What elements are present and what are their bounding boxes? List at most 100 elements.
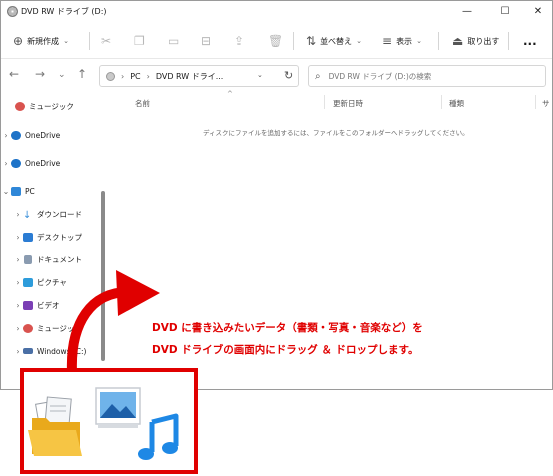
- plus-icon: ⊕: [13, 34, 24, 48]
- breadcrumb-pc[interactable]: PC: [130, 72, 140, 81]
- drive-icon: [23, 348, 33, 354]
- cut-icon: ✂: [101, 34, 112, 48]
- navigation-bar: ← → ⌄ ↑ › PC › DVD RW ドライ... ⌄ ↻ ⌕ DVD R…: [1, 60, 552, 92]
- forward-arrow-icon[interactable]: →: [35, 67, 45, 81]
- chevron-down-icon[interactable]: ⌄: [257, 71, 263, 79]
- column-header-modified[interactable]: 更新日時: [333, 98, 363, 109]
- chevron-right-icon[interactable]: ›: [1, 159, 11, 168]
- sidebar-item-label: OneDrive: [25, 158, 61, 168]
- sidebar-item-label: ビデオ: [37, 300, 60, 310]
- view-list-icon: ≡: [382, 34, 393, 48]
- sidebar-item-music-2[interactable]: › ミュージック: [13, 320, 113, 336]
- chevron-down-icon[interactable]: ⌄: [1, 187, 11, 196]
- sidebar-item-desktop[interactable]: › デスクトップ: [13, 229, 113, 245]
- command-bar: ⊕ 新規作成 ⌄ ✂ ❐ ▭ ⊟ ⇪ 🗑 ⇅ 並べ替え ⌄ ≡ 表示 ⌄ ⏏ 取…: [1, 23, 552, 59]
- sidebar-item-videos[interactable]: › ビデオ: [13, 297, 113, 313]
- up-arrow-icon[interactable]: ↑: [77, 67, 87, 81]
- sidebar-item-label: OneDrive: [25, 130, 61, 140]
- column-divider[interactable]: [535, 95, 536, 109]
- chevron-down-icon: ⌄: [63, 37, 69, 45]
- empty-folder-message: ディスクにファイルを追加するには、ファイルをこのフォルダーへドラッグしてください…: [203, 129, 469, 137]
- more-options-button[interactable]: ...: [523, 23, 537, 59]
- window-title: DVD RW ドライブ (D:): [21, 7, 107, 16]
- sidebar-item-documents[interactable]: › ドキュメント: [13, 251, 113, 267]
- share-icon: ⇪: [234, 34, 245, 48]
- column-divider[interactable]: [441, 95, 442, 109]
- chevron-right-icon[interactable]: ›: [13, 278, 23, 287]
- music-icon: [23, 323, 33, 333]
- view-label: 表示: [396, 36, 413, 46]
- back-arrow-icon[interactable]: ←: [9, 67, 19, 81]
- sidebar-item-onedrive-2[interactable]: › OneDrive: [1, 155, 101, 171]
- chevron-right-icon[interactable]: ›: [13, 210, 23, 219]
- share-button[interactable]: ⇪: [234, 23, 244, 59]
- instruction-line-2: DVD ドライブの画面内にドラッグ ＆ ドロップします。: [152, 344, 419, 356]
- paste-icon: ▭: [168, 34, 180, 48]
- close-button[interactable]: ✕: [521, 1, 552, 21]
- trash-icon: 🗑: [268, 34, 284, 48]
- navigation-pane: ミュージック › OneDrive › OneDrive ⌄ PC › ↓ ダウ…: [1, 92, 109, 389]
- maximize-button[interactable]: ☐: [488, 1, 522, 21]
- column-header-size[interactable]: サ: [542, 98, 550, 109]
- cloud-icon: [11, 158, 21, 168]
- sidebar-item-windows-drive[interactable]: › Windows (C:): [13, 343, 113, 359]
- column-header-type[interactable]: 種類: [449, 98, 464, 109]
- toolbar-divider: [438, 32, 439, 50]
- sidebar-item-label: Windows (C:): [37, 346, 87, 356]
- instruction-line-1: DVD に書き込みたいデータ（書類・写真・音楽など）を: [152, 322, 423, 334]
- sidebar-item-pictures[interactable]: › ピクチャ: [13, 274, 113, 290]
- sidebar-item-label: PC: [25, 186, 35, 196]
- sidebar-scrollbar[interactable]: [101, 191, 105, 361]
- column-divider[interactable]: [324, 95, 325, 109]
- column-header-name[interactable]: 名前: [135, 98, 150, 109]
- chevron-right-icon[interactable]: ›: [1, 131, 11, 140]
- new-label: 新規作成: [27, 36, 60, 46]
- copy-icon: ❐: [134, 34, 145, 48]
- pc-icon: [11, 186, 21, 196]
- delete-button[interactable]: 🗑: [268, 23, 283, 59]
- sidebar-item-label: ミュージック: [29, 101, 74, 111]
- cut-button[interactable]: ✂: [101, 23, 111, 59]
- recent-locations-icon[interactable]: ⌄: [58, 70, 66, 80]
- chevron-right-icon[interactable]: ›: [13, 255, 23, 264]
- new-button[interactable]: ⊕ 新規作成 ⌄: [13, 23, 69, 59]
- sidebar-item-label: ドキュメント: [37, 254, 82, 264]
- data-files-illustration: [28, 387, 179, 460]
- eject-button[interactable]: ⏏ 取り出す: [452, 23, 499, 59]
- sidebar-item-downloads[interactable]: › ↓ ダウンロード: [13, 206, 113, 222]
- toolbar-divider: [508, 32, 509, 50]
- sidebar-item-label: ピクチャ: [37, 277, 67, 287]
- chevron-right-icon[interactable]: ›: [13, 233, 23, 242]
- copy-button[interactable]: ❐: [134, 23, 145, 59]
- breadcrumb-dvd-drive[interactable]: DVD RW ドライ...: [156, 71, 224, 82]
- video-icon: [23, 300, 33, 310]
- paste-button[interactable]: ▭: [168, 23, 179, 59]
- eject-label: 取り出す: [467, 36, 500, 46]
- sort-icon: ⇅: [306, 34, 317, 48]
- breadcrumb-separator-icon: ›: [121, 71, 125, 81]
- chevron-down-icon: ⌄: [416, 37, 422, 45]
- chevron-right-icon[interactable]: ›: [13, 347, 23, 356]
- cloud-icon: [11, 130, 21, 140]
- desktop-icon: [23, 232, 33, 242]
- search-box[interactable]: ⌕ DVD RW ドライブ (D:)の検索: [308, 65, 546, 87]
- rename-button[interactable]: ⊟: [201, 23, 211, 59]
- sidebar-item-label: ダウンロード: [37, 209, 82, 219]
- refresh-icon[interactable]: ↻: [284, 69, 293, 82]
- search-icon: ⌕: [315, 70, 321, 82]
- chevron-down-icon: ⌄: [356, 37, 362, 45]
- minimize-button[interactable]: —: [450, 1, 484, 21]
- view-button[interactable]: ≡ 表示 ⌄: [382, 23, 422, 59]
- toolbar-divider: [89, 32, 90, 50]
- sort-button[interactable]: ⇅ 並べ替え ⌄: [306, 23, 362, 59]
- sidebar-item-pc[interactable]: ⌄ PC: [1, 183, 101, 199]
- sidebar-item-music[interactable]: ミュージック: [15, 98, 115, 114]
- rename-icon: ⊟: [201, 34, 212, 48]
- download-icon: ↓: [23, 209, 32, 221]
- drag-source-box: [20, 368, 198, 474]
- chevron-right-icon[interactable]: ›: [13, 324, 23, 333]
- chevron-right-icon[interactable]: ›: [13, 301, 23, 310]
- search-placeholder: DVD RW ドライブ (D:)の検索: [328, 71, 432, 81]
- sidebar-item-onedrive[interactable]: › OneDrive: [1, 127, 101, 143]
- address-bar[interactable]: › PC › DVD RW ドライ...: [99, 65, 299, 87]
